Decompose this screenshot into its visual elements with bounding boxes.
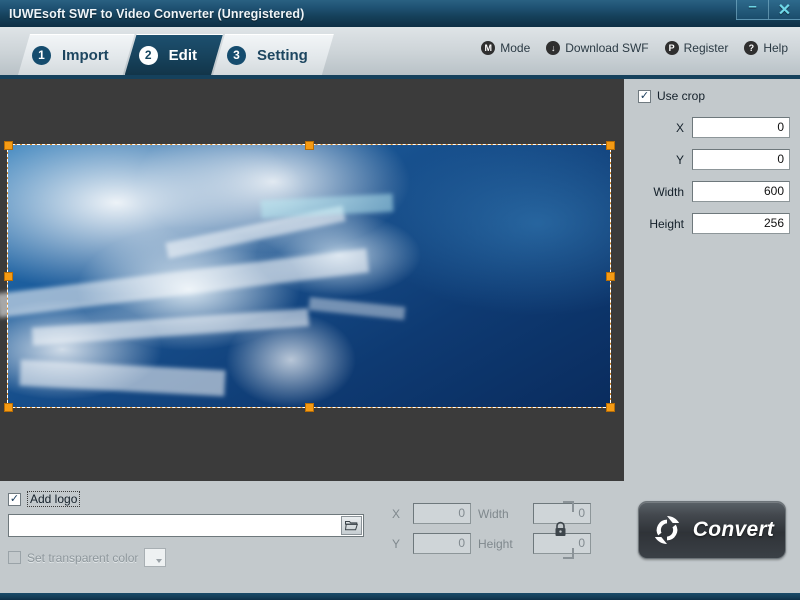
convert-label: Convert	[692, 518, 775, 541]
bracket-bottom-icon	[563, 548, 574, 559]
refresh-icon	[654, 516, 679, 544]
tab-edit[interactable]: 2 Edit	[125, 34, 223, 75]
crop-handle-bottom-left[interactable]	[4, 403, 13, 412]
crop-handle-bottom-right[interactable]	[606, 403, 615, 412]
use-crop-label: Use crop	[657, 89, 706, 103]
crop-handle-top-center[interactable]	[305, 141, 314, 150]
top-toolbar: M Mode ↓ Download SWF P Register ? Help	[481, 41, 788, 55]
transparent-color-picker[interactable]	[144, 548, 167, 567]
title-bar: IUWEsoft SWF to Video Converter (Unregis…	[0, 0, 800, 27]
crop-x-label: X	[675, 120, 684, 135]
add-logo-checkbox[interactable]: ✓	[8, 492, 21, 506]
crop-height-label: Height	[649, 216, 684, 231]
transparent-color-checkbox[interactable]	[8, 551, 21, 564]
toolbar-label: Help	[763, 41, 788, 55]
window-controls: – ✕	[736, 0, 800, 27]
video-preview-image	[0, 145, 610, 407]
toolbar-help-button[interactable]: ? Help	[744, 41, 788, 55]
folder-open-icon[interactable]	[341, 516, 362, 535]
mode-icon: M	[481, 41, 496, 55]
tab-import[interactable]: 1 Import	[18, 34, 135, 75]
aspect-ratio-lock[interactable]	[548, 501, 574, 559]
crop-handle-bottom-center[interactable]	[305, 403, 314, 412]
crop-height-input[interactable]: 256	[692, 213, 790, 234]
logo-height-label: Height	[478, 536, 513, 551]
crop-height-row: Height 256	[638, 213, 790, 234]
use-crop-row[interactable]: ✓ Use crop	[638, 89, 790, 103]
transparent-color-label: Set transparent color	[27, 550, 139, 565]
crop-x-row: X 0	[638, 117, 790, 138]
crop-width-label: Width	[653, 184, 684, 199]
tab-number: 3	[227, 46, 246, 65]
crop-handle-middle-right[interactable]	[606, 272, 615, 281]
crop-handle-middle-left[interactable]	[4, 272, 13, 281]
tab-label: Import	[62, 46, 109, 64]
minimize-button[interactable]: –	[736, 0, 768, 20]
close-button[interactable]: ✕	[768, 0, 800, 20]
bracket-top-icon	[563, 501, 574, 512]
logo-settings-panel: ✓ Add logo Set transparent color X 0 Wid…	[0, 481, 800, 600]
application-window: IUWEsoft SWF to Video Converter (Unregis…	[0, 0, 800, 600]
logo-x-input[interactable]: 0	[413, 503, 471, 524]
preview-canvas[interactable]	[0, 79, 624, 481]
tab-label: Edit	[168, 46, 198, 64]
tab-strip: 1 Import 2 Edit 3 Setting M Mode ↓ Downl…	[0, 27, 800, 79]
crop-width-input[interactable]: 600	[692, 181, 790, 202]
help-icon: ?	[744, 41, 759, 55]
crop-y-label: Y	[675, 152, 684, 167]
logo-width-label: Width	[478, 506, 509, 521]
main-body: ✓ Use crop X 0 Y 0 Width 600 Height 256	[0, 79, 800, 600]
add-logo-label: Add logo	[27, 491, 81, 507]
window-footer	[0, 593, 800, 600]
use-crop-checkbox[interactable]: ✓	[638, 89, 651, 103]
crop-width-row: Width 600	[638, 181, 790, 202]
crop-settings-panel: ✓ Use crop X 0 Y 0 Width 600 Height 256	[624, 79, 800, 481]
logo-x-label: X	[392, 506, 401, 521]
logo-y-label: Y	[392, 536, 401, 551]
crop-x-input[interactable]: 0	[692, 117, 790, 138]
tab-number: 2	[139, 46, 158, 65]
toolbar-register-button[interactable]: P Register	[664, 41, 729, 55]
crop-y-input[interactable]: 0	[692, 149, 790, 170]
tab-setting[interactable]: 3 Setting	[213, 34, 334, 75]
crop-handle-top-right[interactable]	[606, 141, 615, 150]
lock-icon	[555, 521, 566, 536]
download-icon: ↓	[546, 41, 561, 55]
toolbar-label: Register	[683, 41, 729, 55]
toolbar-download-swf-button[interactable]: ↓ Download SWF	[546, 41, 649, 55]
logo-y-input[interactable]: 0	[413, 533, 471, 554]
tab-label: Setting	[257, 46, 308, 64]
crop-y-row: Y 0	[638, 149, 790, 170]
window-title: IUWEsoft SWF to Video Converter (Unregis…	[9, 6, 305, 21]
tab-number: 1	[32, 46, 51, 65]
register-icon: P	[664, 41, 679, 55]
toolbar-label: Download SWF	[565, 41, 649, 55]
tab-list: 1 Import 2 Edit 3 Setting	[18, 27, 324, 75]
crop-handle-top-left[interactable]	[4, 141, 13, 150]
convert-button[interactable]: Convert	[638, 501, 786, 559]
toolbar-mode-button[interactable]: M Mode	[481, 41, 530, 55]
logo-path-input[interactable]	[8, 514, 364, 537]
toolbar-label: Mode	[500, 41, 531, 55]
